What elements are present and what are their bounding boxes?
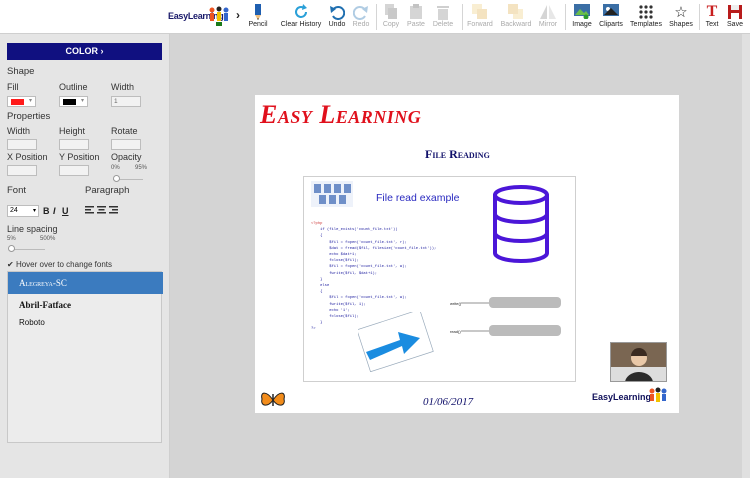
pencil-icon: [255, 3, 261, 20]
y-position-label: Y Position: [59, 152, 100, 162]
color-button[interactable]: COLOR ›: [7, 43, 162, 60]
fill-color-picker[interactable]: ▾: [7, 96, 36, 107]
image-icon: [574, 4, 590, 19]
cliparts-button[interactable]: Cliparts: [598, 3, 624, 31]
file-read-example-image[interactable]: File read example <?php if (file_exists(…: [303, 176, 576, 382]
slide-canvas[interactable]: Easy Learning File Reading File read exa…: [255, 95, 679, 413]
shapes-button[interactable]: ☆ Shapes: [668, 3, 694, 31]
italic-button[interactable]: I: [53, 206, 56, 216]
card-title: File read example: [376, 192, 460, 204]
svg-text:write(): write(): [450, 301, 462, 306]
clear-history-button[interactable]: Clear History: [280, 3, 322, 31]
text-icon: T: [706, 2, 718, 20]
fill-label: Fill: [7, 82, 19, 92]
chevron-right-icon[interactable]: ›: [236, 8, 240, 22]
properties-heading: Properties: [7, 111, 51, 122]
people-icon: [649, 387, 667, 402]
opacity-label: Opacity: [111, 152, 142, 162]
height-prop-label: Height: [59, 126, 86, 136]
x-position-label: X Position: [7, 152, 48, 162]
arrow-icon: [358, 312, 434, 372]
image-button[interactable]: Image: [570, 3, 594, 31]
font-size-select[interactable]: 24 ▾: [7, 205, 39, 217]
rotate-input[interactable]: [111, 139, 141, 150]
svg-text:read(): read(): [450, 329, 461, 334]
slide-logo-text: EasyLearning: [592, 392, 652, 402]
outline-color-picker[interactable]: ▾: [59, 96, 88, 107]
opacity-min-label: 0%: [111, 165, 120, 171]
files-icon: [311, 181, 353, 207]
butterfly-icon[interactable]: [260, 390, 286, 410]
line-spacing-min: 5%: [7, 236, 16, 242]
font-item-alegreya-sc[interactable]: Alegreya-SC: [8, 272, 163, 294]
width-prop-input[interactable]: [7, 139, 37, 150]
font-heading: Font: [7, 185, 27, 196]
opacity-max-label: 95%: [135, 165, 148, 171]
width-label: Width: [111, 82, 135, 92]
rotate-label: Rotate: [111, 126, 138, 136]
top-toolbar: EasyLearning › Pencil Clear History Undo…: [0, 0, 750, 34]
file-pointer-diagram: write() read(): [450, 297, 561, 336]
database-icon: [493, 185, 549, 263]
send-backward-icon: [508, 3, 523, 19]
line-spacing-label: Line spacing: [7, 224, 58, 234]
star-icon: ☆: [674, 3, 688, 21]
undo-button[interactable]: Undo: [327, 3, 347, 31]
presenter-photo[interactable]: [610, 342, 667, 382]
backward-button[interactable]: Backward: [500, 3, 532, 31]
height-prop-input[interactable]: [59, 139, 89, 150]
bold-button[interactable]: B: [43, 206, 50, 216]
bring-forward-icon: [472, 3, 487, 19]
redo-icon: [353, 5, 368, 20]
line-spacing-max: 500%: [40, 236, 56, 242]
align-buttons[interactable]: [85, 206, 121, 216]
shape-width-input[interactable]: 1: [111, 96, 141, 107]
underline-button[interactable]: U: [62, 206, 69, 216]
floppy-disk-icon: [728, 4, 742, 19]
width-prop-label: Width: [7, 126, 31, 136]
outline-label: Outline: [59, 82, 88, 92]
slide-date[interactable]: 01/06/2017: [423, 396, 473, 408]
font-list: Alegreya-SC Abril-Fatface Roboto: [7, 271, 163, 443]
mirror-icon: [540, 4, 556, 19]
copy-icon: [385, 3, 397, 19]
templates-button[interactable]: Templates: [630, 3, 662, 31]
line-spacing-handle[interactable]: [8, 245, 15, 252]
font-item-roboto[interactable]: Roboto: [8, 312, 163, 334]
opacity-slider-handle[interactable]: [113, 175, 120, 182]
clipart-icon: [603, 4, 619, 16]
save-button[interactable]: Save: [725, 3, 745, 31]
x-position-input[interactable]: [7, 165, 37, 176]
trash-icon: [437, 5, 449, 20]
forward-button[interactable]: Forward: [466, 3, 494, 31]
paste-icon: [410, 3, 422, 19]
app-logo[interactable]: EasyLearning: [168, 5, 230, 27]
y-position-input[interactable]: [59, 165, 89, 176]
redo-button[interactable]: Redo: [351, 3, 371, 31]
undo-icon: [330, 5, 345, 20]
slide-title[interactable]: Easy Learning: [260, 100, 421, 130]
people-icon: [209, 6, 229, 26]
vertical-scrollbar[interactable]: [742, 34, 750, 478]
grid-icon: [639, 4, 653, 19]
paste-button[interactable]: Paste: [406, 3, 426, 31]
pencil-tool[interactable]: Pencil: [247, 3, 269, 31]
properties-panel: COLOR › Shape Fill Outline Width ▾ ▾ 1 P…: [0, 34, 170, 478]
delete-button[interactable]: Delete: [431, 3, 455, 31]
paragraph-heading: Paragraph: [85, 185, 130, 196]
slide-subtitle[interactable]: File Reading: [425, 147, 490, 162]
refresh-icon: [295, 3, 307, 18]
shape-heading: Shape: [7, 66, 35, 77]
hover-fonts-hint: ✔ Hover over to change fonts: [7, 260, 112, 269]
text-button[interactable]: T Text: [703, 3, 721, 31]
mirror-button[interactable]: Mirror: [537, 3, 559, 31]
copy-button[interactable]: Copy: [381, 3, 401, 31]
slide-logo[interactable]: EasyLearning: [592, 387, 672, 407]
